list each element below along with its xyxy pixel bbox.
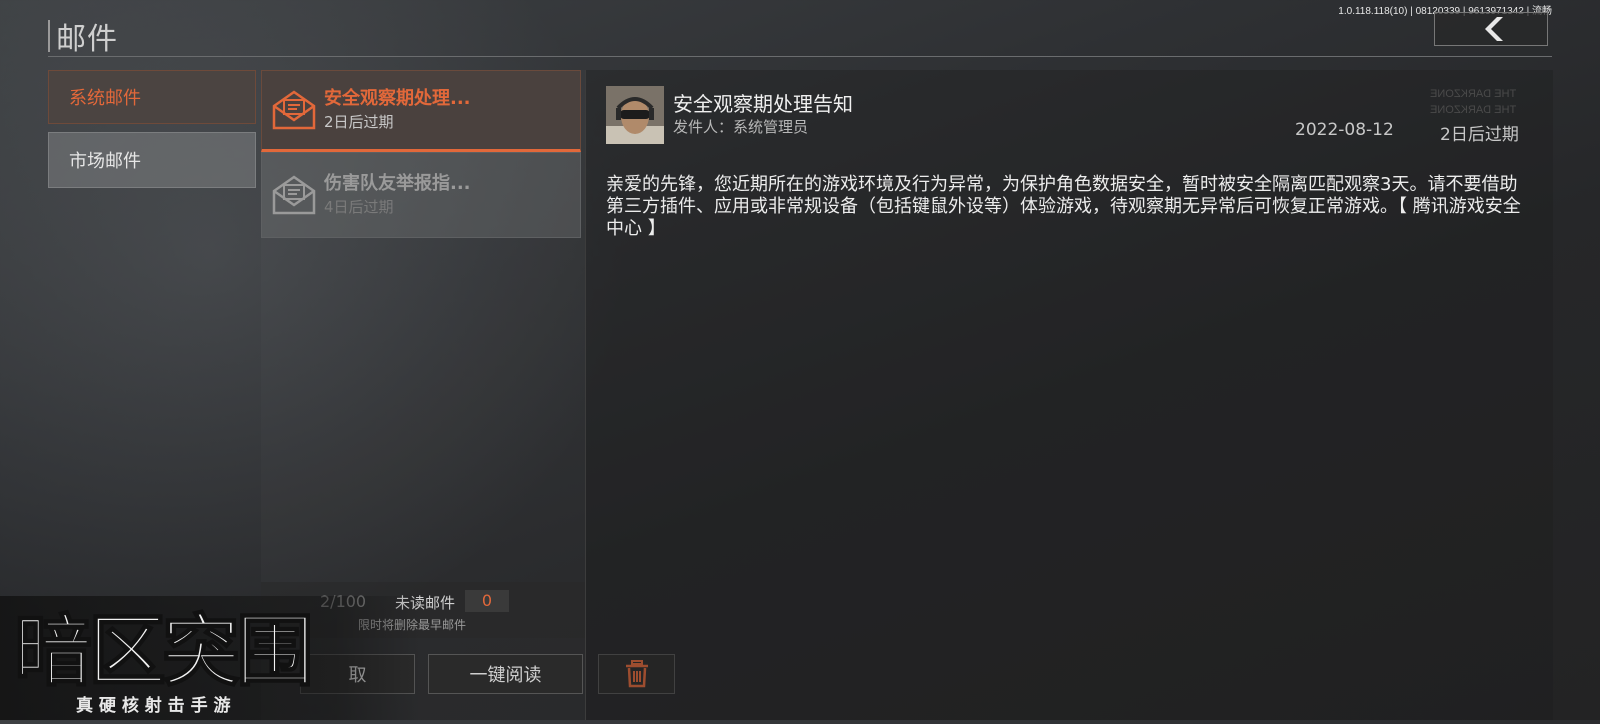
watermark-line: THE DARKZONE [1429,104,1516,116]
open-envelope-icon [272,90,316,130]
logo-tagline: 真 硬 核 射 击 手 游 [76,695,231,716]
mail-expiry: 2日后过期 [324,113,394,131]
back-button[interactable] [1434,12,1548,46]
mail-title: 伤害队友举报指... [324,173,471,194]
page-title: 邮件 [56,22,118,57]
unread-count: 0 [465,590,509,612]
sender-avatar [606,86,664,144]
mail-list-item[interactable]: 伤害队友举报指... 4日后过期 [261,152,581,238]
watermark: THE DARKZONE THE DARKZONE [1430,86,1516,118]
logo-main-text: 暗区突围 [14,607,310,697]
mail-detail-body: 亲爱的先锋，您近期所在的游戏环境及行为异常，为保护角色数据安全，暂时被安全隔离匹… [606,174,1521,239]
title-accent-line [48,20,50,52]
category-system-mail[interactable]: 系统邮件 [48,70,256,124]
watermark-line: THE DARKZONE [1429,88,1516,100]
header: 邮件 [48,14,118,58]
chevron-left-icon [1485,17,1503,41]
mail-detail-date: 2022-08-12 [1295,120,1394,140]
open-envelope-icon [272,175,316,215]
header-divider [48,56,1552,57]
mail-expiry: 4日后过期 [324,198,394,216]
mail-detail-sender: 发件人：系统管理员 [673,118,809,136]
mail-detail-panel [585,70,1553,720]
mail-detail-expiry: 2日后过期 [1440,125,1519,145]
category-label: 市场邮件 [69,151,141,172]
game-logo: 暗区突围 真 硬 核 射 击 手 游 [0,596,420,720]
category-market-mail[interactable]: 市场邮件 [48,132,256,188]
read-all-button[interactable]: 一键阅读 [428,654,583,694]
category-label: 系统邮件 [69,88,141,109]
mail-list-item[interactable]: 安全观察期处理... 2日后过期 [261,70,581,152]
mail-detail-title: 安全观察期处理告知 [673,92,853,116]
button-label: 一键阅读 [469,665,542,686]
mail-title: 安全观察期处理... [324,88,471,109]
